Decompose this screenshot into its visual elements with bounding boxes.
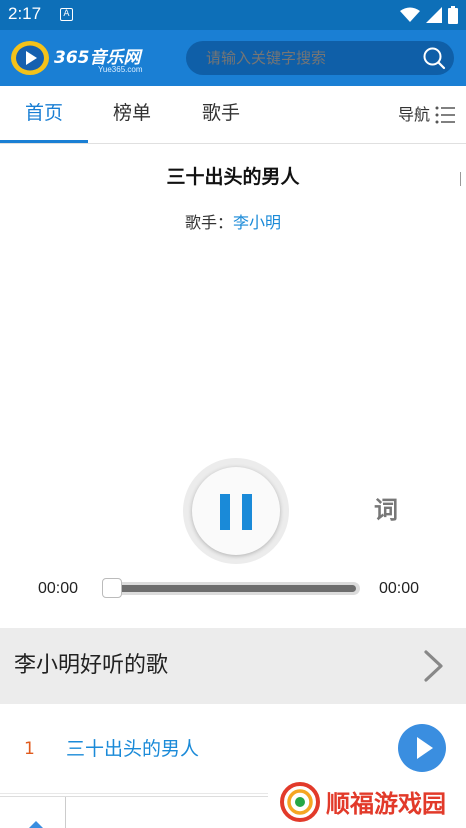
section-title: 李小明好听的歌 xyxy=(14,653,169,678)
progress-slider[interactable] xyxy=(102,578,360,598)
song-index: 1 xyxy=(24,739,35,759)
progress-fill xyxy=(106,585,356,592)
battery-icon xyxy=(448,6,458,24)
watermark: 顺福游戏园 xyxy=(268,776,466,828)
pause-icon-left xyxy=(220,494,230,530)
pause-button-face xyxy=(192,467,280,555)
status-icons xyxy=(400,5,458,25)
wifi-icon xyxy=(400,7,420,22)
artist-prefix: 歌手： xyxy=(184,213,233,232)
watermark-logo-icon xyxy=(280,782,320,822)
site-logo[interactable]: 365音乐网 Yue365.com xyxy=(10,39,150,77)
song-list-title[interactable]: 三十出头的男人 xyxy=(66,704,199,794)
artist-songs-header[interactable]: 李小明好听的歌 xyxy=(0,628,466,704)
app-header: 365音乐网 Yue365.com xyxy=(0,30,466,86)
status-bar: 2:17 A xyxy=(0,0,466,30)
search-box[interactable] xyxy=(186,41,454,75)
active-tab-indicator xyxy=(0,140,88,143)
tab-singers[interactable]: 歌手 xyxy=(176,86,266,144)
artist-link[interactable]: 李小明 xyxy=(233,213,281,232)
notification-icon: A xyxy=(60,8,73,21)
up-arrow-icon[interactable] xyxy=(26,819,46,828)
progress-handle[interactable] xyxy=(102,578,122,598)
search-input[interactable] xyxy=(206,41,416,75)
song-artist: 歌手：李小明 xyxy=(0,209,466,233)
song-title: 三十出头的男人 xyxy=(166,166,300,188)
bottom-divider xyxy=(65,797,66,828)
nav-menu-button[interactable]: 导航 xyxy=(398,86,456,144)
lyrics-button[interactable]: 词 xyxy=(374,490,398,525)
current-time: 00:00 xyxy=(38,580,79,597)
signal-icon xyxy=(426,7,442,23)
logo-subtext: Yue365.com xyxy=(98,65,143,74)
logo-play-icon xyxy=(11,41,49,75)
watermark-text: 顺福游戏园 xyxy=(326,790,446,818)
total-time: 00:00 xyxy=(379,580,420,597)
song-play-button[interactable] xyxy=(398,724,446,772)
tab-home[interactable]: 首页 xyxy=(0,86,88,144)
pause-icon-right xyxy=(242,494,252,530)
main-tabs: 首页 榜单 歌手 导航 xyxy=(0,86,466,144)
search-icon[interactable] xyxy=(422,46,446,70)
pause-button[interactable] xyxy=(183,458,289,564)
status-time: 2:17 xyxy=(8,4,42,23)
chevron-right-icon xyxy=(424,650,443,682)
nav-label: 导航 xyxy=(397,105,430,124)
list-menu-icon xyxy=(435,106,455,124)
tab-charts[interactable]: 榜单 xyxy=(88,86,176,144)
play-icon xyxy=(417,737,433,759)
